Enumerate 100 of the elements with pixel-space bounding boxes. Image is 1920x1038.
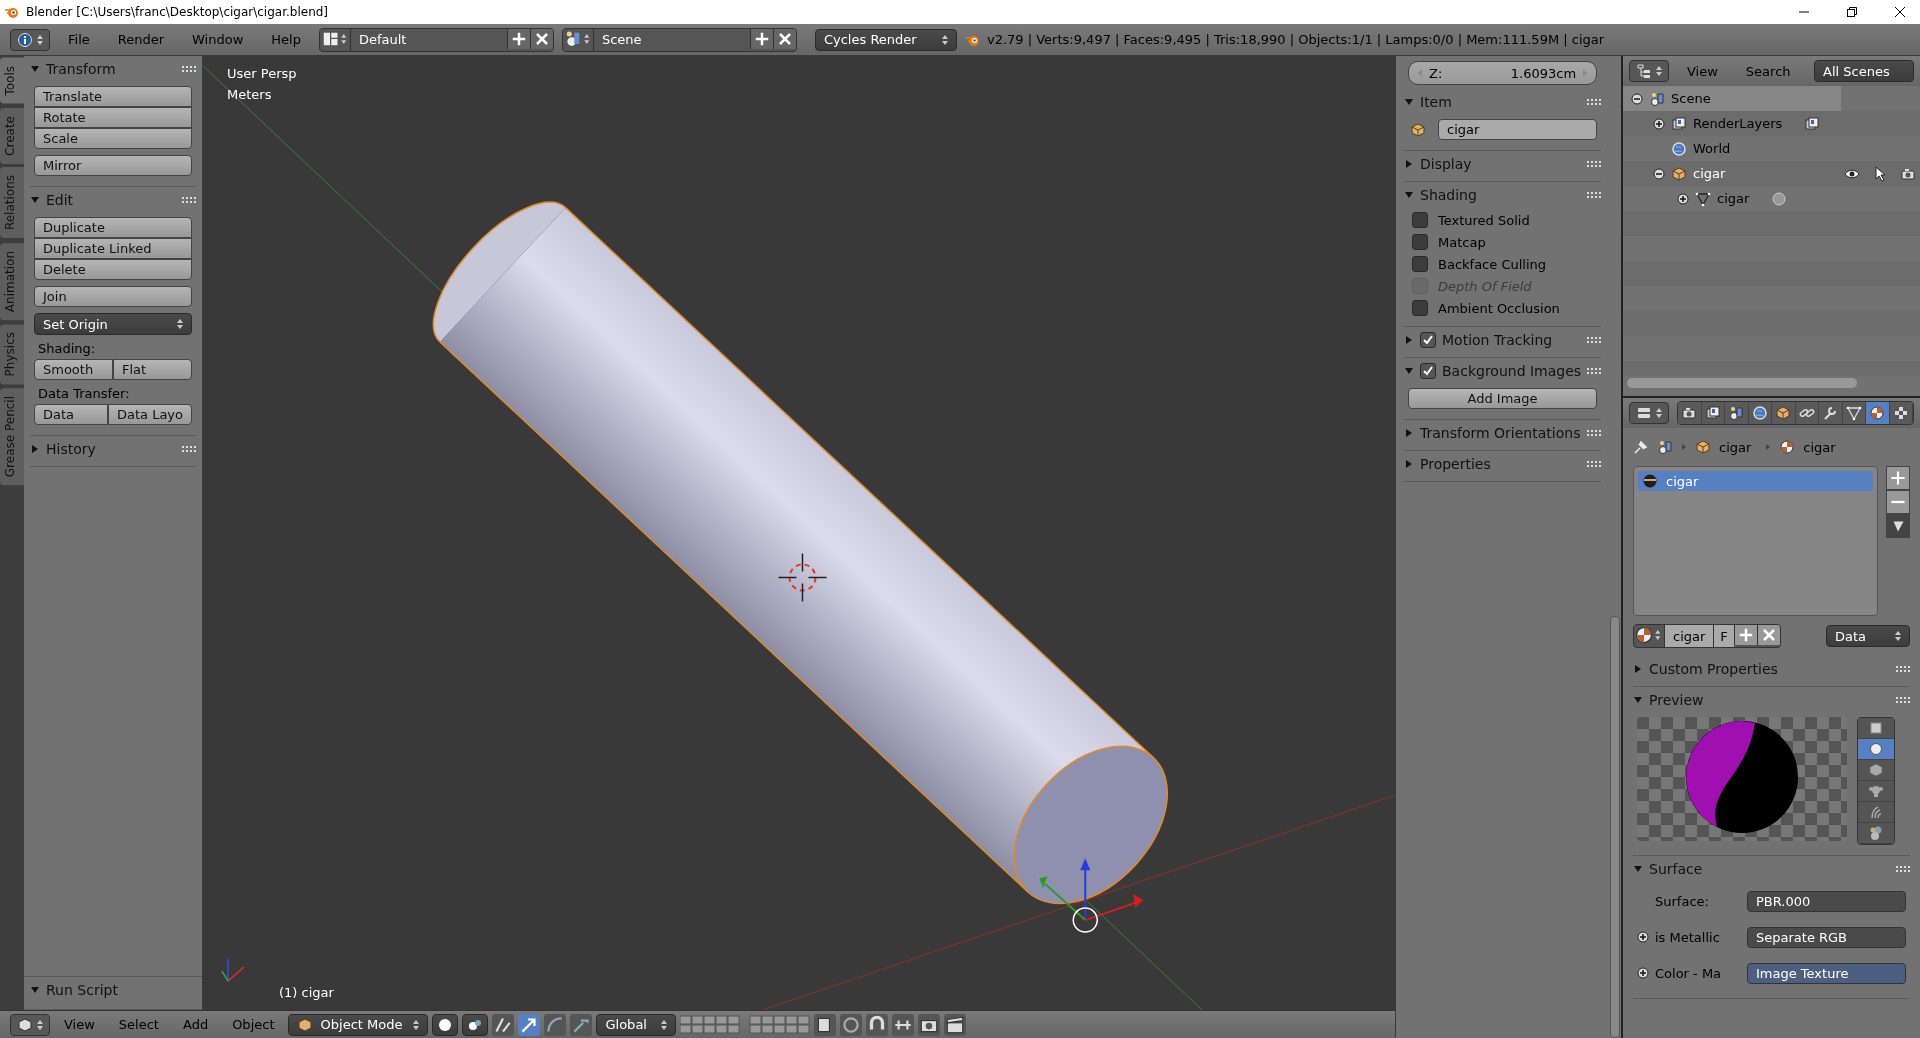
layout-icon[interactable]	[319, 28, 350, 49]
disclosure-triangle-icon[interactable]	[1633, 664, 1643, 674]
remove-icon[interactable]	[1886, 490, 1910, 514]
properties-tab[interactable]	[1748, 402, 1772, 424]
menu-item[interactable]: View	[54, 1017, 105, 1032]
menu-item[interactable]: Render	[107, 32, 175, 47]
panel-title[interactable]: Motion Tracking	[1442, 332, 1553, 348]
preview-shape-button[interactable]	[1858, 760, 1894, 781]
checkbox[interactable]	[1412, 234, 1428, 250]
rotate-arc-icon[interactable]	[544, 1013, 567, 1036]
tool-button[interactable]: Translate	[34, 86, 192, 107]
disclosure-triangle-icon[interactable]	[1404, 428, 1414, 438]
node-link-field[interactable]: Separate RGB	[1747, 926, 1906, 948]
outliner-item[interactable]: cigar	[1717, 191, 1750, 206]
link-dropdown[interactable]: Data	[1826, 625, 1910, 647]
tool-button[interactable]: Smooth	[34, 359, 113, 380]
layers-icon[interactable]	[1804, 115, 1821, 132]
disclosure-triangle-icon[interactable]	[30, 64, 40, 74]
properties-tab[interactable]	[1678, 402, 1702, 424]
3d-viewport[interactable]: User Persp Meters (1) cigar	[203, 56, 1395, 1010]
grip-icon[interactable]	[1896, 697, 1910, 703]
outliner-item[interactable]: RenderLayers	[1693, 116, 1783, 131]
camera-icon[interactable]	[918, 1013, 941, 1036]
preview-shape-button[interactable]	[1858, 802, 1894, 823]
menu-item[interactable]: Select	[108, 1017, 169, 1032]
expand-toggle-icon[interactable]	[1631, 92, 1643, 105]
scrollbar-thumb[interactable]	[1610, 616, 1621, 1038]
properties-tab[interactable]	[1889, 402, 1913, 424]
disclosure-triangle-icon[interactable]	[1404, 366, 1414, 376]
panel-title[interactable]: Shading	[1420, 187, 1477, 203]
tool-button[interactable]: Data Layo	[107, 404, 192, 425]
outliner-item[interactable]: cigar	[1693, 166, 1726, 181]
manipulator-icon[interactable]	[492, 1013, 515, 1036]
grip-icon[interactable]	[182, 446, 196, 452]
tool-button[interactable]: Scale	[34, 128, 192, 149]
pin-icon[interactable]	[1633, 439, 1649, 455]
grip-icon[interactable]	[1587, 368, 1602, 374]
disclosure-triangle-icon[interactable]	[1633, 864, 1643, 874]
grip-icon[interactable]	[1587, 99, 1602, 105]
grip-icon[interactable]	[1587, 192, 1602, 198]
close-icon[interactable]	[1894, 6, 1906, 18]
material-slot[interactable]: cigar	[1638, 471, 1873, 491]
menu-item[interactable]: Search	[1735, 63, 1801, 79]
scene-icon[interactable]	[562, 28, 593, 49]
tool-tab[interactable]: Physics	[0, 323, 24, 385]
preview-shape-button[interactable]	[1858, 739, 1894, 760]
menu-item[interactable]: View	[1677, 63, 1728, 79]
tool-button[interactable]: Rotate	[34, 107, 192, 128]
disclosure-triangle-icon[interactable]	[1404, 97, 1414, 107]
tool-button[interactable]: Duplicate	[34, 217, 192, 238]
grip-icon[interactable]	[1587, 161, 1602, 167]
socket-toggle-icon[interactable]	[1637, 931, 1649, 943]
properties-tab[interactable]	[1701, 402, 1725, 424]
expand-toggle-icon[interactable]	[1653, 117, 1665, 130]
filter-dropdown[interactable]: All Scenes	[1814, 60, 1914, 82]
tool-button[interactable]: Delete	[34, 259, 192, 280]
panel-title[interactable]: Properties	[1420, 456, 1491, 472]
checkbox[interactable]	[1412, 300, 1428, 316]
properties-tab[interactable]	[1725, 402, 1749, 424]
disclosure-triangle-icon[interactable]	[1404, 159, 1414, 169]
set-origin-dropdown[interactable]: Set Origin	[34, 313, 192, 335]
cursor-arrow-icon[interactable]	[1872, 165, 1888, 182]
tool-tab[interactable]: Create	[0, 107, 24, 164]
node-link-field[interactable]: Image Texture	[1747, 962, 1906, 984]
editor-type-selector[interactable]	[1629, 60, 1669, 82]
panel-title[interactable]: Run Script	[46, 982, 118, 998]
tool-button[interactable]: Flat	[113, 359, 192, 380]
outliner-item[interactable]: Scene	[1671, 91, 1711, 106]
close-icon[interactable]	[772, 28, 796, 49]
magnet-icon[interactable]	[866, 1013, 889, 1036]
node-link-field[interactable]: PBR.000	[1747, 890, 1906, 912]
disclosure-triangle-icon[interactable]	[1404, 335, 1414, 345]
grip-icon[interactable]	[182, 66, 196, 72]
menu-item[interactable]: Help	[261, 32, 311, 47]
checkbox[interactable]	[1412, 212, 1428, 228]
checkbox[interactable]	[1420, 332, 1436, 348]
tool-button[interactable]: Duplicate Linked	[34, 238, 192, 259]
scrollbar-thumb[interactable]	[1627, 378, 1857, 388]
preview-shape-button[interactable]	[1858, 781, 1894, 802]
tool-button[interactable]: Join	[34, 286, 192, 307]
fake-user-toggle[interactable]: F	[1713, 625, 1734, 647]
preview-shape-button[interactable]	[1858, 823, 1894, 844]
cylinder-drawing[interactable]	[432, 201, 1168, 905]
disclosure-triangle-icon[interactable]	[1404, 190, 1414, 200]
disclosure-triangle-icon[interactable]	[30, 444, 40, 454]
panel-title[interactable]: Custom Properties	[1649, 661, 1778, 677]
transform-gizmo-icon[interactable]	[1039, 858, 1144, 933]
panel-title[interactable]: History	[46, 441, 96, 457]
material-name-field[interactable]: cigar	[1664, 625, 1714, 647]
menu-item[interactable]: File	[58, 32, 100, 47]
socket-toggle-icon[interactable]	[1637, 967, 1649, 979]
outliner-item[interactable]: World	[1693, 141, 1731, 156]
render-engine-dropdown[interactable]: Cycles Render	[814, 28, 957, 51]
expand-toggle-icon[interactable]	[1677, 192, 1689, 205]
grip-icon[interactable]	[182, 197, 196, 203]
mode-dropdown[interactable]: Object Mode	[288, 1013, 429, 1036]
grip-icon[interactable]	[1587, 461, 1602, 467]
disclosure-triangle-icon[interactable]	[1404, 459, 1414, 469]
3d-cursor-icon[interactable]	[777, 552, 828, 603]
add-icon[interactable]	[1886, 466, 1910, 490]
